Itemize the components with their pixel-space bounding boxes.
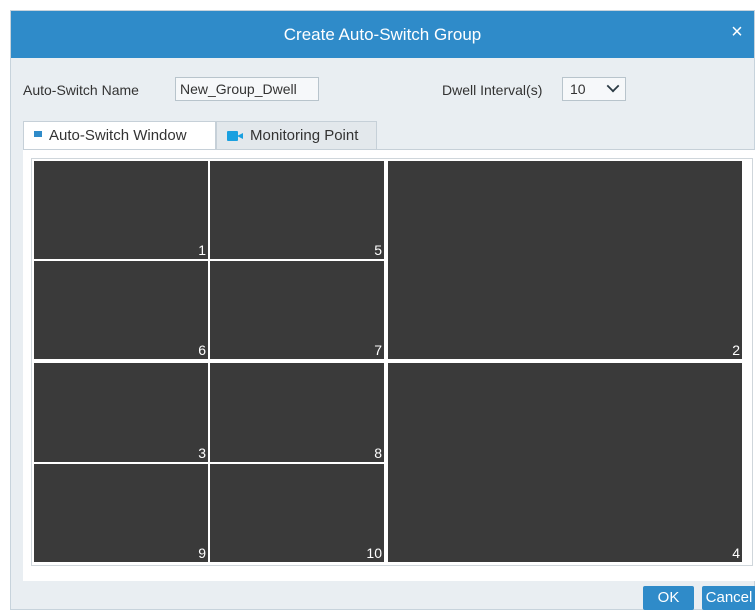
- window-number: 6: [198, 342, 206, 358]
- title-bar: Create Auto-Switch Group ×: [11, 11, 754, 58]
- window-icon: [34, 131, 42, 137]
- window-cell[interactable]: 3: [33, 362, 209, 463]
- window-number: 3: [198, 445, 206, 461]
- dwell-interval-value: 10: [570, 81, 586, 97]
- dwell-interval-label: Dwell Interval(s): [442, 82, 543, 98]
- window-layout-grid: 1 5 6 7 2 3 8 9 10 4: [31, 158, 753, 566]
- window-cell[interactable]: 1: [33, 160, 209, 260]
- tab-auto-switch-window[interactable]: Auto-Switch Window: [23, 121, 216, 150]
- window-cell[interactable]: 7: [209, 260, 385, 360]
- dialog-footer: OK Cancel: [11, 586, 755, 611]
- camera-icon: [227, 131, 243, 141]
- ok-button[interactable]: OK: [643, 586, 694, 610]
- create-auto-switch-dialog: Create Auto-Switch Group × Auto-Switch N…: [10, 10, 755, 610]
- window-cell[interactable]: 8: [209, 362, 385, 463]
- dialog-title: Create Auto-Switch Group: [283, 25, 482, 44]
- window-cell[interactable]: 9: [33, 463, 209, 563]
- window-number: 10: [366, 545, 382, 561]
- window-number: 8: [374, 445, 382, 461]
- window-cell[interactable]: 2: [387, 160, 743, 360]
- window-number: 9: [198, 545, 206, 561]
- chevron-down-icon: [606, 79, 620, 93]
- dwell-interval-select[interactable]: 10: [562, 77, 626, 101]
- window-cell[interactable]: 4: [387, 362, 743, 563]
- window-cell[interactable]: 10: [209, 463, 385, 563]
- window-number: 1: [198, 242, 206, 258]
- tab-monitoring-point[interactable]: Monitoring Point: [216, 121, 377, 149]
- auto-switch-name-input[interactable]: [175, 77, 319, 101]
- window-number: 4: [732, 545, 740, 561]
- auto-switch-name-label: Auto-Switch Name: [23, 82, 139, 98]
- window-number: 2: [732, 342, 740, 358]
- window-cell[interactable]: 5: [209, 160, 385, 260]
- window-cell[interactable]: 6: [33, 260, 209, 360]
- cancel-button[interactable]: Cancel: [702, 586, 755, 610]
- close-icon[interactable]: ×: [726, 21, 748, 43]
- form-row: Auto-Switch Name Dwell Interval(s) 10: [11, 75, 754, 105]
- tab-panel: 1 5 6 7 2 3 8 9 10 4: [23, 149, 755, 581]
- tab-label: Auto-Switch Window: [49, 127, 187, 144]
- window-number: 5: [374, 242, 382, 258]
- window-number: 7: [374, 342, 382, 358]
- tab-label: Monitoring Point: [250, 127, 359, 144]
